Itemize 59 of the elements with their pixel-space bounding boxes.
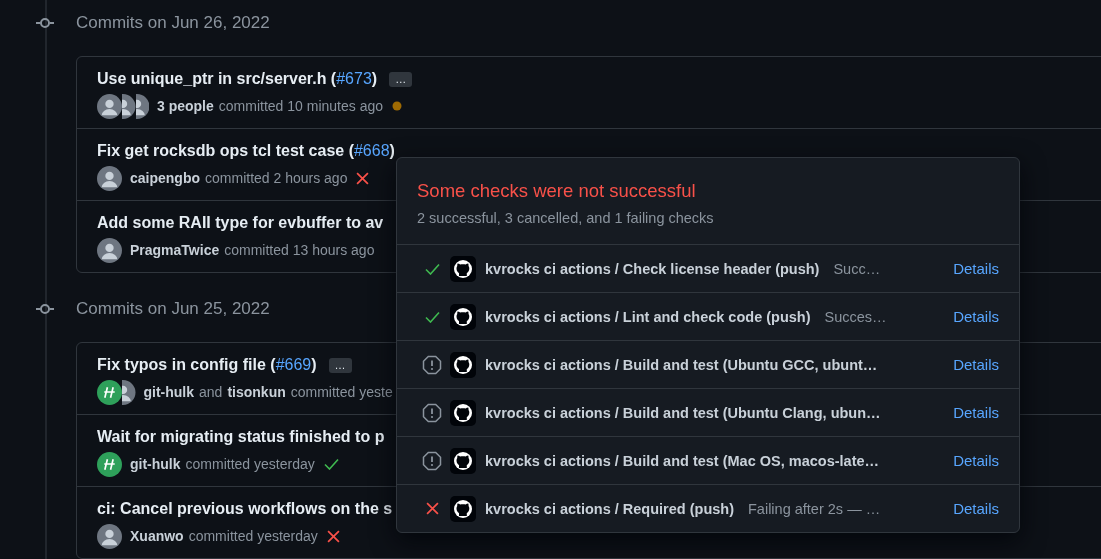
details-link[interactable]: Details xyxy=(953,356,999,373)
pr-link[interactable]: #668 xyxy=(353,142,390,159)
avatar-icon[interactable] xyxy=(97,165,122,191)
details-link[interactable]: Details xyxy=(953,500,999,517)
commit-title[interactable]: Add some RAII type for evbuffer to av xyxy=(97,214,384,232)
avatar-icon[interactable] xyxy=(97,379,122,405)
check-name: kvrocks ci actions / Lint and check code (push) xyxy=(485,308,811,325)
logo-icon xyxy=(450,351,476,378)
commit-title[interactable]: Use unique_ptr in src/server.h (#673) xyxy=(97,70,378,88)
commit-title[interactable]: Wait for migrating status finished to p xyxy=(97,428,385,446)
author-link[interactable]: PragmaTwice xyxy=(130,242,220,258)
avatar-icon[interactable] xyxy=(122,379,136,405)
details-link[interactable]: Details xyxy=(953,452,999,469)
commit-meta-text: committed 2 hours ago xyxy=(205,170,348,186)
avatar-icon[interactable] xyxy=(135,93,149,119)
logo-icon xyxy=(450,303,476,330)
commit-meta-text: committed 13 hours ago xyxy=(224,242,375,258)
avatar-icon[interactable] xyxy=(97,237,122,263)
details-link[interactable]: Details xyxy=(953,308,999,325)
author-link[interactable]: git-hulk xyxy=(130,456,181,472)
author-link[interactable]: caipengbo xyxy=(130,170,200,186)
logo-icon xyxy=(450,447,476,474)
checks-summary: 2 successful, 3 cancelled, and 1 failing checks xyxy=(417,210,715,226)
avatar-icon[interactable] xyxy=(97,451,122,477)
pr-link[interactable]: #669 xyxy=(275,356,312,373)
check-name: kvrocks ci actions / Check license header (push) xyxy=(485,260,820,277)
author-link[interactable]: git-hulk xyxy=(143,384,195,400)
check-status-text: Succes… xyxy=(824,308,887,325)
avatar-icon[interactable] xyxy=(122,93,136,119)
commit-meta-text: committed yesterday xyxy=(188,528,318,544)
more-button[interactable]: … xyxy=(328,357,352,373)
date-heading: Commits on Jun 26, 2022 xyxy=(76,13,270,33)
pr-link[interactable]: #673 xyxy=(336,70,372,87)
commit-title[interactable]: Fix typos in config file (#669) xyxy=(97,356,317,374)
commit-meta-text: committed yeste xyxy=(290,384,393,400)
check-name: kvrocks ci actions / Build and test (Mac OS, macos-late… xyxy=(485,452,880,469)
author-link[interactable]: tisonkun xyxy=(227,384,286,400)
popover-title: Some checks were not successful xyxy=(417,180,697,202)
more-button[interactable]: … xyxy=(389,71,413,87)
commit-meta-text: and xyxy=(199,384,223,400)
check-name: kvrocks ci actions / Build and test (Ubuntu GCC, ubunt… xyxy=(485,356,878,373)
check-status-text: Failing after 2s — … xyxy=(748,500,881,517)
author-link[interactable]: 3 people xyxy=(157,98,214,114)
check-name: kvrocks ci actions / Build and test (Ubuntu Clang, ubun… xyxy=(485,404,881,421)
details-link[interactable]: Details xyxy=(953,404,999,421)
author-link[interactable]: Xuanwo xyxy=(130,528,184,544)
logo-icon xyxy=(450,255,476,282)
check-name: kvrocks ci actions / Required (push) xyxy=(485,500,734,517)
avatar-icon[interactable] xyxy=(97,523,122,549)
logo-icon xyxy=(450,399,476,426)
commit-meta-text: committed yesterday xyxy=(185,456,315,472)
commit-title[interactable]: ci: Cancel previous workflows on the s xyxy=(97,500,393,518)
date-heading: Commits on Jun 25, 2022 xyxy=(76,299,270,319)
avatar-icon[interactable] xyxy=(97,93,122,119)
details-link[interactable]: Details xyxy=(953,260,999,277)
logo-icon xyxy=(450,495,476,522)
commit-meta-text: committed 10 minutes ago xyxy=(218,98,383,114)
commit-title[interactable]: Fix get rocksdb ops tcl test case (#668) xyxy=(97,142,395,160)
check-status-text: Succ… xyxy=(833,260,881,277)
